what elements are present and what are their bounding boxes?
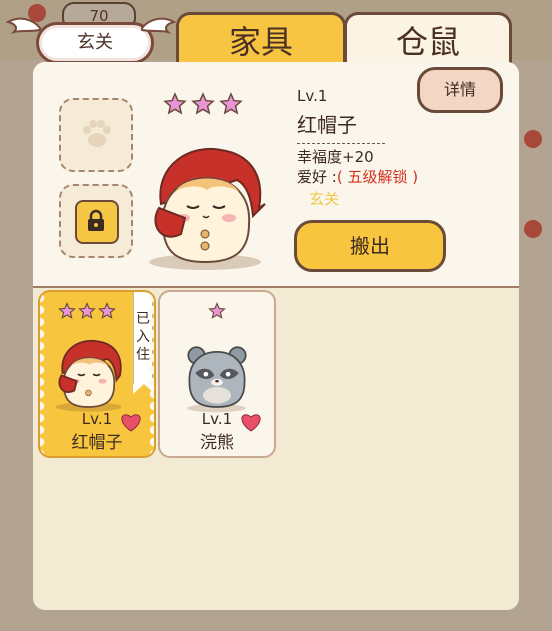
tab-label: 家具 [228, 23, 293, 61]
red-hood-hamster-portrait [149, 148, 266, 270]
paw-icon [83, 120, 111, 147]
hamster-happiness: 幸福度+20 [297, 148, 374, 166]
star-icon [58, 302, 76, 319]
card-stars [160, 302, 274, 320]
star-icon [191, 92, 215, 115]
location-badge[interactable]: 玄关 [36, 22, 154, 64]
rarity-stars [163, 92, 243, 116]
hamster-level: Lv.1 [297, 87, 328, 105]
star-icon [98, 302, 116, 319]
star-icon [219, 92, 243, 115]
hamster-detail-section: Lv.1 红帽子 幸福度+20 爱好 :( 五级解锁 ) 玄关 详情 搬出 [33, 62, 519, 288]
accessory-slot[interactable] [59, 98, 133, 172]
lock-button[interactable] [75, 200, 119, 244]
detail-button[interactable]: 详情 [417, 67, 503, 113]
hamster-card-red-hood[interactable]: 已 入 住 Lv.1 红帽子 [38, 290, 156, 458]
tab-label: 仓鼠 [395, 23, 460, 61]
divider [297, 143, 385, 144]
heart-icon [241, 414, 261, 432]
star-icon [78, 302, 96, 319]
wing-right-icon [141, 17, 176, 34]
card-stars [40, 302, 134, 320]
hobby-value: ( 五级解锁 ) [336, 168, 419, 186]
card-border-decoration [148, 292, 154, 456]
hamster-card-raccoon[interactable]: Lv.1 浣熊 [158, 290, 276, 458]
hamster-panel: Lv.1 红帽子 幸福度+20 爱好 :( 五级解锁 ) 玄关 详情 搬出 已 … [33, 62, 519, 610]
hamster-location: 玄关 [309, 190, 340, 208]
star-icon [163, 92, 187, 115]
lock-icon [88, 209, 104, 231]
hamster-name: 红帽子 [297, 113, 357, 137]
locked-slot[interactable] [59, 184, 133, 258]
hamster-hobby: 爱好 :( 五级解锁 ) [297, 166, 418, 187]
raccoon-hamster-thumbnail [187, 346, 247, 413]
red-hood-hamster-thumbnail [55, 339, 122, 412]
move-out-button[interactable]: 搬出 [294, 220, 446, 272]
hobby-label: 爱好 : [297, 168, 337, 186]
star-icon [208, 302, 226, 319]
heart-icon [121, 414, 141, 432]
